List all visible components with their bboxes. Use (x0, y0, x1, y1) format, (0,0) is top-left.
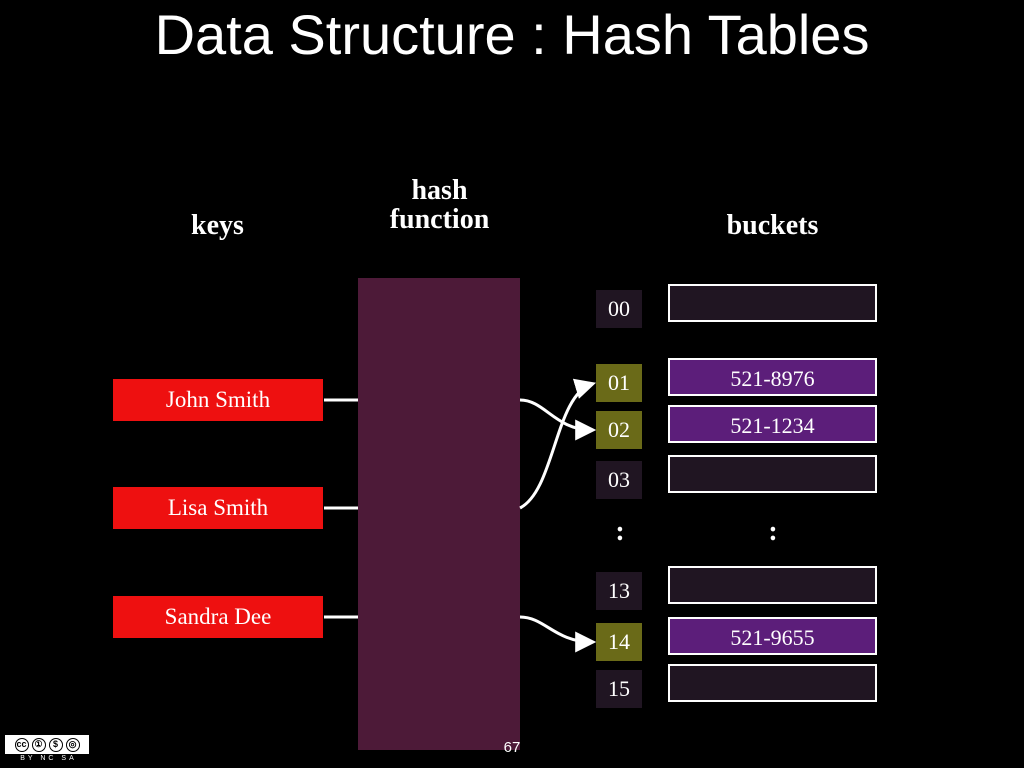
key-lisa-smith: Lisa Smith (113, 487, 323, 529)
hash-function-box (358, 278, 520, 750)
bucket-03 (668, 455, 877, 493)
bucket-13 (668, 566, 877, 604)
bucket-00 (668, 284, 877, 322)
by-icon: ① (32, 738, 46, 752)
page-number: 67 (0, 739, 1024, 756)
bucket-01: 521-8976 (668, 358, 877, 396)
bucket-index-03: 03 (596, 461, 642, 499)
cc-icon: cc (15, 738, 29, 752)
bucket-14: 521-9655 (668, 617, 877, 655)
key-sandra-dee: Sandra Dee (113, 596, 323, 638)
bucket-index-14: 14 (596, 623, 642, 661)
column-label-keys: keys (130, 210, 305, 242)
bucket-index-13: 13 (596, 572, 642, 610)
bucket-index-02: 02 (596, 411, 642, 449)
cc-text: BY NC SA (5, 754, 89, 763)
column-label-buckets: buckets (680, 210, 865, 242)
sa-icon: ◎ (66, 738, 80, 752)
hash-label-line1: hash (342, 176, 537, 205)
column-label-hash: hash function (342, 176, 537, 235)
slide-title: Data Structure : Hash Tables (0, 0, 1024, 66)
bucket-index-00: 00 (596, 290, 642, 328)
cc-license-badge: cc ① $ ◎ BY NC SA (4, 734, 90, 764)
vdots-bucket: : (758, 516, 788, 548)
bucket-index-15: 15 (596, 670, 642, 708)
bucket-15 (668, 664, 877, 702)
nc-icon: $ (49, 738, 63, 752)
hash-label-line2: function (342, 205, 537, 234)
key-john-smith: John Smith (113, 379, 323, 421)
vdots-index: : (605, 516, 635, 548)
bucket-index-01: 01 (596, 364, 642, 402)
bucket-02: 521-1234 (668, 405, 877, 443)
